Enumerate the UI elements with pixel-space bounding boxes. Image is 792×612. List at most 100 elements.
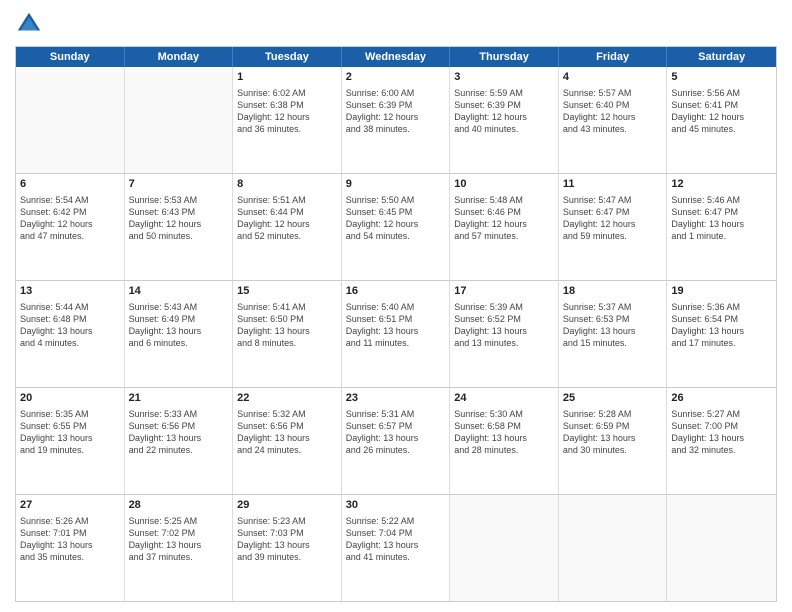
week-row-2: 6Sunrise: 5:54 AM Sunset: 6:42 PM Daylig…	[16, 174, 776, 281]
week-row-3: 13 Sunrise: 5:44 AM Sunset: 6:48 PM Dayli…	[16, 281, 776, 388]
day-info: Sunrise: 6:02 AM Sunset: 6:38 PM Dayligh…	[237, 87, 337, 136]
day-cell-25: 25 Sunrise: 5:28 AM Sunset: 6:59 PM Dayli…	[559, 388, 668, 494]
day-info: Sunrise: 5:25 AM Sunset: 7:02 PM Dayligh…	[129, 515, 229, 564]
empty-cell	[16, 67, 125, 173]
day-info: Sunrise: 5:54 AM Sunset: 6:42 PM Dayligh…	[20, 194, 120, 243]
calendar-body: 1 Sunrise: 6:02 AM Sunset: 6:38 PM Daylig…	[16, 67, 776, 601]
day-number: 12	[671, 177, 772, 192]
day-info: Sunrise: 5:50 AM Sunset: 6:45 PM Dayligh…	[346, 194, 446, 243]
day-info: Sunrise: 5:30 AM Sunset: 6:58 PM Dayligh…	[454, 408, 554, 457]
day-info: Sunrise: 5:44 AM Sunset: 6:48 PM Dayligh…	[20, 301, 120, 350]
day-number: 2	[346, 70, 446, 85]
day-info: Sunrise: 5:57 AM Sunset: 6:40 PM Dayligh…	[563, 87, 663, 136]
day-info: Sunrise: 5:59 AM Sunset: 6:39 PM Dayligh…	[454, 87, 554, 136]
day-info: Sunrise: 5:35 AM Sunset: 6:55 PM Dayligh…	[20, 408, 120, 457]
day-number: 9	[346, 177, 446, 192]
day-number: 25	[563, 391, 663, 406]
header-cell-tuesday: Tuesday	[233, 47, 342, 67]
day-info: Sunrise: 5:37 AM Sunset: 6:53 PM Dayligh…	[563, 301, 663, 350]
day-info: Sunrise: 6:00 AM Sunset: 6:39 PM Dayligh…	[346, 87, 446, 136]
day-cell-4: 4Sunrise: 5:57 AM Sunset: 6:40 PM Daylig…	[559, 67, 668, 173]
day-number: 11	[563, 177, 663, 192]
day-number: 15	[237, 284, 337, 299]
day-info: Sunrise: 5:51 AM Sunset: 6:44 PM Dayligh…	[237, 194, 337, 243]
day-number: 1	[237, 70, 337, 85]
day-cell-6: 6Sunrise: 5:54 AM Sunset: 6:42 PM Daylig…	[16, 174, 125, 280]
week-row-1: 1 Sunrise: 6:02 AM Sunset: 6:38 PM Daylig…	[16, 67, 776, 174]
day-cell-24: 24Sunrise: 5:30 AM Sunset: 6:58 PM Dayli…	[450, 388, 559, 494]
day-cell-22: 22 Sunrise: 5:32 AM Sunset: 6:56 PM Dayli…	[233, 388, 342, 494]
day-number: 8	[237, 177, 337, 192]
header-cell-monday: Monday	[125, 47, 234, 67]
header-cell-thursday: Thursday	[450, 47, 559, 67]
day-cell-12: 12 Sunrise: 5:46 AM Sunset: 6:47 PM Dayli…	[667, 174, 776, 280]
day-number: 16	[346, 284, 446, 299]
day-number: 30	[346, 498, 446, 513]
logo	[15, 10, 47, 38]
day-info: Sunrise: 5:46 AM Sunset: 6:47 PM Dayligh…	[671, 194, 772, 243]
day-cell-11: 11 Sunrise: 5:47 AM Sunset: 6:47 PM Dayli…	[559, 174, 668, 280]
header-cell-friday: Friday	[559, 47, 668, 67]
day-cell-20: 20 Sunrise: 5:35 AM Sunset: 6:55 PM Dayli…	[16, 388, 125, 494]
week-row-4: 20 Sunrise: 5:35 AM Sunset: 6:55 PM Dayli…	[16, 388, 776, 495]
day-cell-5: 5 Sunrise: 5:56 AM Sunset: 6:41 PM Daylig…	[667, 67, 776, 173]
day-info: Sunrise: 5:40 AM Sunset: 6:51 PM Dayligh…	[346, 301, 446, 350]
day-number: 14	[129, 284, 229, 299]
day-info: Sunrise: 5:27 AM Sunset: 7:00 PM Dayligh…	[671, 408, 772, 457]
day-info: Sunrise: 5:23 AM Sunset: 7:03 PM Dayligh…	[237, 515, 337, 564]
day-cell-2: 2 Sunrise: 6:00 AM Sunset: 6:39 PM Daylig…	[342, 67, 451, 173]
day-number: 5	[671, 70, 772, 85]
day-cell-23: 23Sunrise: 5:31 AM Sunset: 6:57 PM Dayli…	[342, 388, 451, 494]
day-info: Sunrise: 5:31 AM Sunset: 6:57 PM Dayligh…	[346, 408, 446, 457]
day-number: 26	[671, 391, 772, 406]
header	[15, 10, 777, 38]
day-cell-13: 13 Sunrise: 5:44 AM Sunset: 6:48 PM Dayli…	[16, 281, 125, 387]
day-number: 19	[671, 284, 772, 299]
day-info: Sunrise: 5:39 AM Sunset: 6:52 PM Dayligh…	[454, 301, 554, 350]
day-info: Sunrise: 5:53 AM Sunset: 6:43 PM Dayligh…	[129, 194, 229, 243]
week-row-5: 27 Sunrise: 5:26 AM Sunset: 7:01 PM Dayli…	[16, 495, 776, 601]
day-cell-14: 14 Sunrise: 5:43 AM Sunset: 6:49 PM Dayli…	[125, 281, 234, 387]
day-number: 29	[237, 498, 337, 513]
day-number: 21	[129, 391, 229, 406]
logo-icon	[15, 10, 43, 38]
day-cell-1: 1 Sunrise: 6:02 AM Sunset: 6:38 PM Daylig…	[233, 67, 342, 173]
header-cell-wednesday: Wednesday	[342, 47, 451, 67]
day-info: Sunrise: 5:41 AM Sunset: 6:50 PM Dayligh…	[237, 301, 337, 350]
header-cell-sunday: Sunday	[16, 47, 125, 67]
day-number: 22	[237, 391, 337, 406]
day-info: Sunrise: 5:47 AM Sunset: 6:47 PM Dayligh…	[563, 194, 663, 243]
day-info: Sunrise: 5:36 AM Sunset: 6:54 PM Dayligh…	[671, 301, 772, 350]
day-number: 27	[20, 498, 120, 513]
day-info: Sunrise: 5:56 AM Sunset: 6:41 PM Dayligh…	[671, 87, 772, 136]
day-number: 10	[454, 177, 554, 192]
day-cell-17: 17Sunrise: 5:39 AM Sunset: 6:52 PM Dayli…	[450, 281, 559, 387]
day-cell-21: 21 Sunrise: 5:33 AM Sunset: 6:56 PM Dayli…	[125, 388, 234, 494]
day-cell-7: 7 Sunrise: 5:53 AM Sunset: 6:43 PM Daylig…	[125, 174, 234, 280]
day-cell-15: 15 Sunrise: 5:41 AM Sunset: 6:50 PM Dayli…	[233, 281, 342, 387]
day-number: 18	[563, 284, 663, 299]
day-number: 28	[129, 498, 229, 513]
day-info: Sunrise: 5:33 AM Sunset: 6:56 PM Dayligh…	[129, 408, 229, 457]
day-number: 3	[454, 70, 554, 85]
day-info: Sunrise: 5:26 AM Sunset: 7:01 PM Dayligh…	[20, 515, 120, 564]
day-info: Sunrise: 5:28 AM Sunset: 6:59 PM Dayligh…	[563, 408, 663, 457]
day-cell-28: 28 Sunrise: 5:25 AM Sunset: 7:02 PM Dayli…	[125, 495, 234, 601]
empty-cell	[125, 67, 234, 173]
day-cell-18: 18 Sunrise: 5:37 AM Sunset: 6:53 PM Dayli…	[559, 281, 668, 387]
day-cell-27: 27 Sunrise: 5:26 AM Sunset: 7:01 PM Dayli…	[16, 495, 125, 601]
day-cell-19: 19 Sunrise: 5:36 AM Sunset: 6:54 PM Dayli…	[667, 281, 776, 387]
day-cell-8: 8 Sunrise: 5:51 AM Sunset: 6:44 PM Daylig…	[233, 174, 342, 280]
day-number: 20	[20, 391, 120, 406]
page: SundayMondayTuesdayWednesdayThursdayFrid…	[0, 0, 792, 612]
calendar-header-row: SundayMondayTuesdayWednesdayThursdayFrid…	[16, 47, 776, 67]
day-number: 7	[129, 177, 229, 192]
day-cell-29: 29 Sunrise: 5:23 AM Sunset: 7:03 PM Dayli…	[233, 495, 342, 601]
day-info: Sunrise: 5:43 AM Sunset: 6:49 PM Dayligh…	[129, 301, 229, 350]
header-cell-saturday: Saturday	[667, 47, 776, 67]
day-number: 13	[20, 284, 120, 299]
day-info: Sunrise: 5:32 AM Sunset: 6:56 PM Dayligh…	[237, 408, 337, 457]
day-cell-3: 3 Sunrise: 5:59 AM Sunset: 6:39 PM Daylig…	[450, 67, 559, 173]
day-cell-30: 30Sunrise: 5:22 AM Sunset: 7:04 PM Dayli…	[342, 495, 451, 601]
empty-cell	[667, 495, 776, 601]
